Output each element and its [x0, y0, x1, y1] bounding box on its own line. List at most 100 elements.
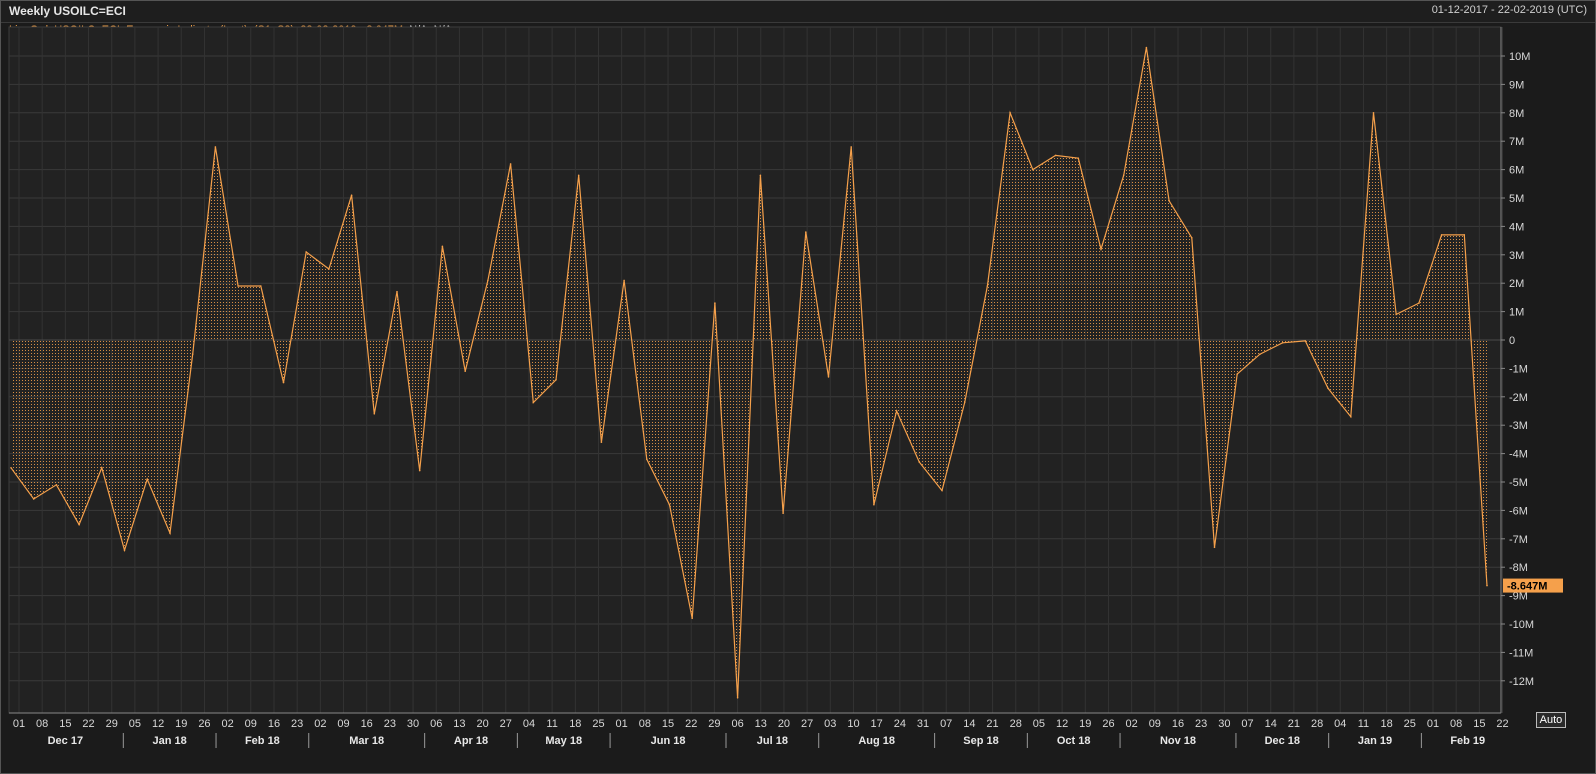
y-tick-label: -12M — [1509, 676, 1534, 688]
data-point — [282, 381, 285, 384]
data-point — [237, 285, 239, 287]
x-tick-label: 12 — [152, 718, 164, 730]
x-tick-label: 26 — [198, 718, 210, 730]
y-tick-label: -11M — [1509, 647, 1533, 659]
month-label: Jan 19 — [1358, 735, 1392, 747]
data-point — [1032, 168, 1034, 171]
y-tick-label: 0 — [1509, 335, 1515, 347]
data-point — [260, 285, 262, 287]
data-point — [1191, 237, 1193, 239]
month-label: Jun 18 — [651, 735, 686, 747]
x-tick-label: 06 — [430, 718, 442, 730]
data-point — [577, 174, 580, 177]
x-tick-label: 16 — [268, 718, 280, 730]
data-point — [169, 532, 171, 534]
x-tick-label: 04 — [1334, 718, 1346, 730]
x-tick-label: 01 — [1427, 718, 1439, 730]
x-tick-label: 07 — [1241, 718, 1253, 730]
data-point — [509, 163, 512, 165]
month-label: Aug 18 — [858, 735, 895, 747]
x-tick-label: 02 — [314, 718, 326, 730]
x-tick-label: 27 — [801, 718, 813, 730]
y-tick-label: -6M — [1509, 505, 1528, 517]
data-point — [373, 413, 376, 415]
x-tick-label: 14 — [963, 718, 975, 730]
x-tick-label: 05 — [1033, 718, 1045, 730]
x-tick-label: 17 — [871, 718, 883, 730]
month-label: Nov 18 — [1160, 735, 1196, 747]
data-point — [827, 376, 830, 378]
x-tick-label: 28 — [1010, 718, 1022, 730]
chart-svg[interactable]: 10M 9M 8M 7M 6M 5M 4M 3M 2M 1M 0 -1M -2M -3M -4M -5M -6M… — [1, 23, 1595, 773]
x-tick-label: 23 — [384, 718, 396, 730]
y-tick-label: -10M — [1509, 619, 1534, 631]
y-tick-label: 10M — [1509, 51, 1530, 63]
grid — [8, 26, 1504, 714]
month-label: Mar 18 — [349, 735, 384, 747]
data-point — [191, 353, 194, 356]
y-tick-label: 2M — [1509, 278, 1524, 290]
data-point — [214, 146, 217, 148]
x-tick-label: 30 — [1218, 718, 1230, 730]
x-tick-label: 08 — [36, 718, 48, 730]
data-point — [918, 461, 921, 463]
month-label: Jan 18 — [153, 735, 187, 747]
last-value-badge: -8.647M — [1503, 578, 1563, 593]
x-tick-label: 08 — [1450, 718, 1462, 730]
y-tick-label: 3M — [1509, 250, 1524, 262]
x-tick-label: 27 — [500, 718, 512, 730]
x-tick-label: 21 — [1288, 718, 1300, 730]
month-label: Apr 18 — [454, 735, 488, 747]
month-label: Feb 18 — [245, 735, 280, 747]
month-label: May 18 — [545, 735, 582, 747]
data-point — [123, 549, 126, 551]
x-tick-label: 02 — [221, 718, 233, 730]
y-tick-label: -2M — [1509, 392, 1528, 404]
x-tick-label: 29 — [106, 718, 118, 730]
data-point — [1440, 234, 1443, 236]
data-point — [1304, 340, 1307, 342]
x-tick-label: 08 — [639, 718, 651, 730]
x-tick-label: 29 — [708, 718, 720, 730]
data-point — [1168, 200, 1170, 202]
x-tick-label: 18 — [1380, 718, 1392, 730]
x-tick-label: 13 — [755, 718, 767, 730]
month-label: Feb 19 — [1450, 735, 1485, 747]
auto-scale-button[interactable]: Auto — [1536, 712, 1566, 728]
data-point — [759, 174, 762, 177]
data-point — [1418, 302, 1420, 304]
x-tick-label: 22 — [82, 718, 94, 730]
x-tick-label: 19 — [175, 718, 187, 730]
month-label: Dec 17 — [48, 735, 83, 747]
x-tick-label: 06 — [731, 718, 743, 730]
data-point — [10, 467, 12, 469]
data-point — [941, 489, 943, 492]
last-value-label: -8.647M — [1507, 581, 1547, 593]
data-point — [986, 285, 989, 287]
x-tick-label: 14 — [1265, 718, 1277, 730]
data-point — [396, 290, 398, 293]
x-tick-label: 05 — [129, 718, 141, 730]
x-tick-label: 13 — [453, 718, 465, 730]
month-label: Dec 18 — [1265, 735, 1300, 747]
data-point — [32, 498, 35, 500]
x-tick-label: 10 — [847, 718, 859, 730]
x-tick-label: 25 — [592, 718, 604, 730]
data-point — [1077, 157, 1080, 159]
y-tick-label: -5M — [1509, 477, 1528, 489]
x-tick-label: 15 — [662, 718, 674, 730]
y-tick-label: 4M — [1509, 221, 1524, 233]
data-point — [1281, 342, 1284, 344]
y-tick-label: 7M — [1509, 136, 1524, 148]
x-tick-label: 01 — [13, 718, 25, 730]
data-point — [1463, 234, 1466, 236]
x-tick-label: 31 — [917, 718, 929, 730]
data-point — [1122, 174, 1125, 177]
x-tick-label: 24 — [894, 718, 906, 730]
plot-area — [8, 26, 1502, 714]
x-tick-label: 26 — [1102, 718, 1114, 730]
title-bar: Weekly USOILC=ECI 01-12-2017 - 22-02-201… — [1, 1, 1595, 23]
data-point — [600, 441, 603, 444]
data-point — [350, 194, 353, 196]
data-point — [805, 231, 807, 233]
